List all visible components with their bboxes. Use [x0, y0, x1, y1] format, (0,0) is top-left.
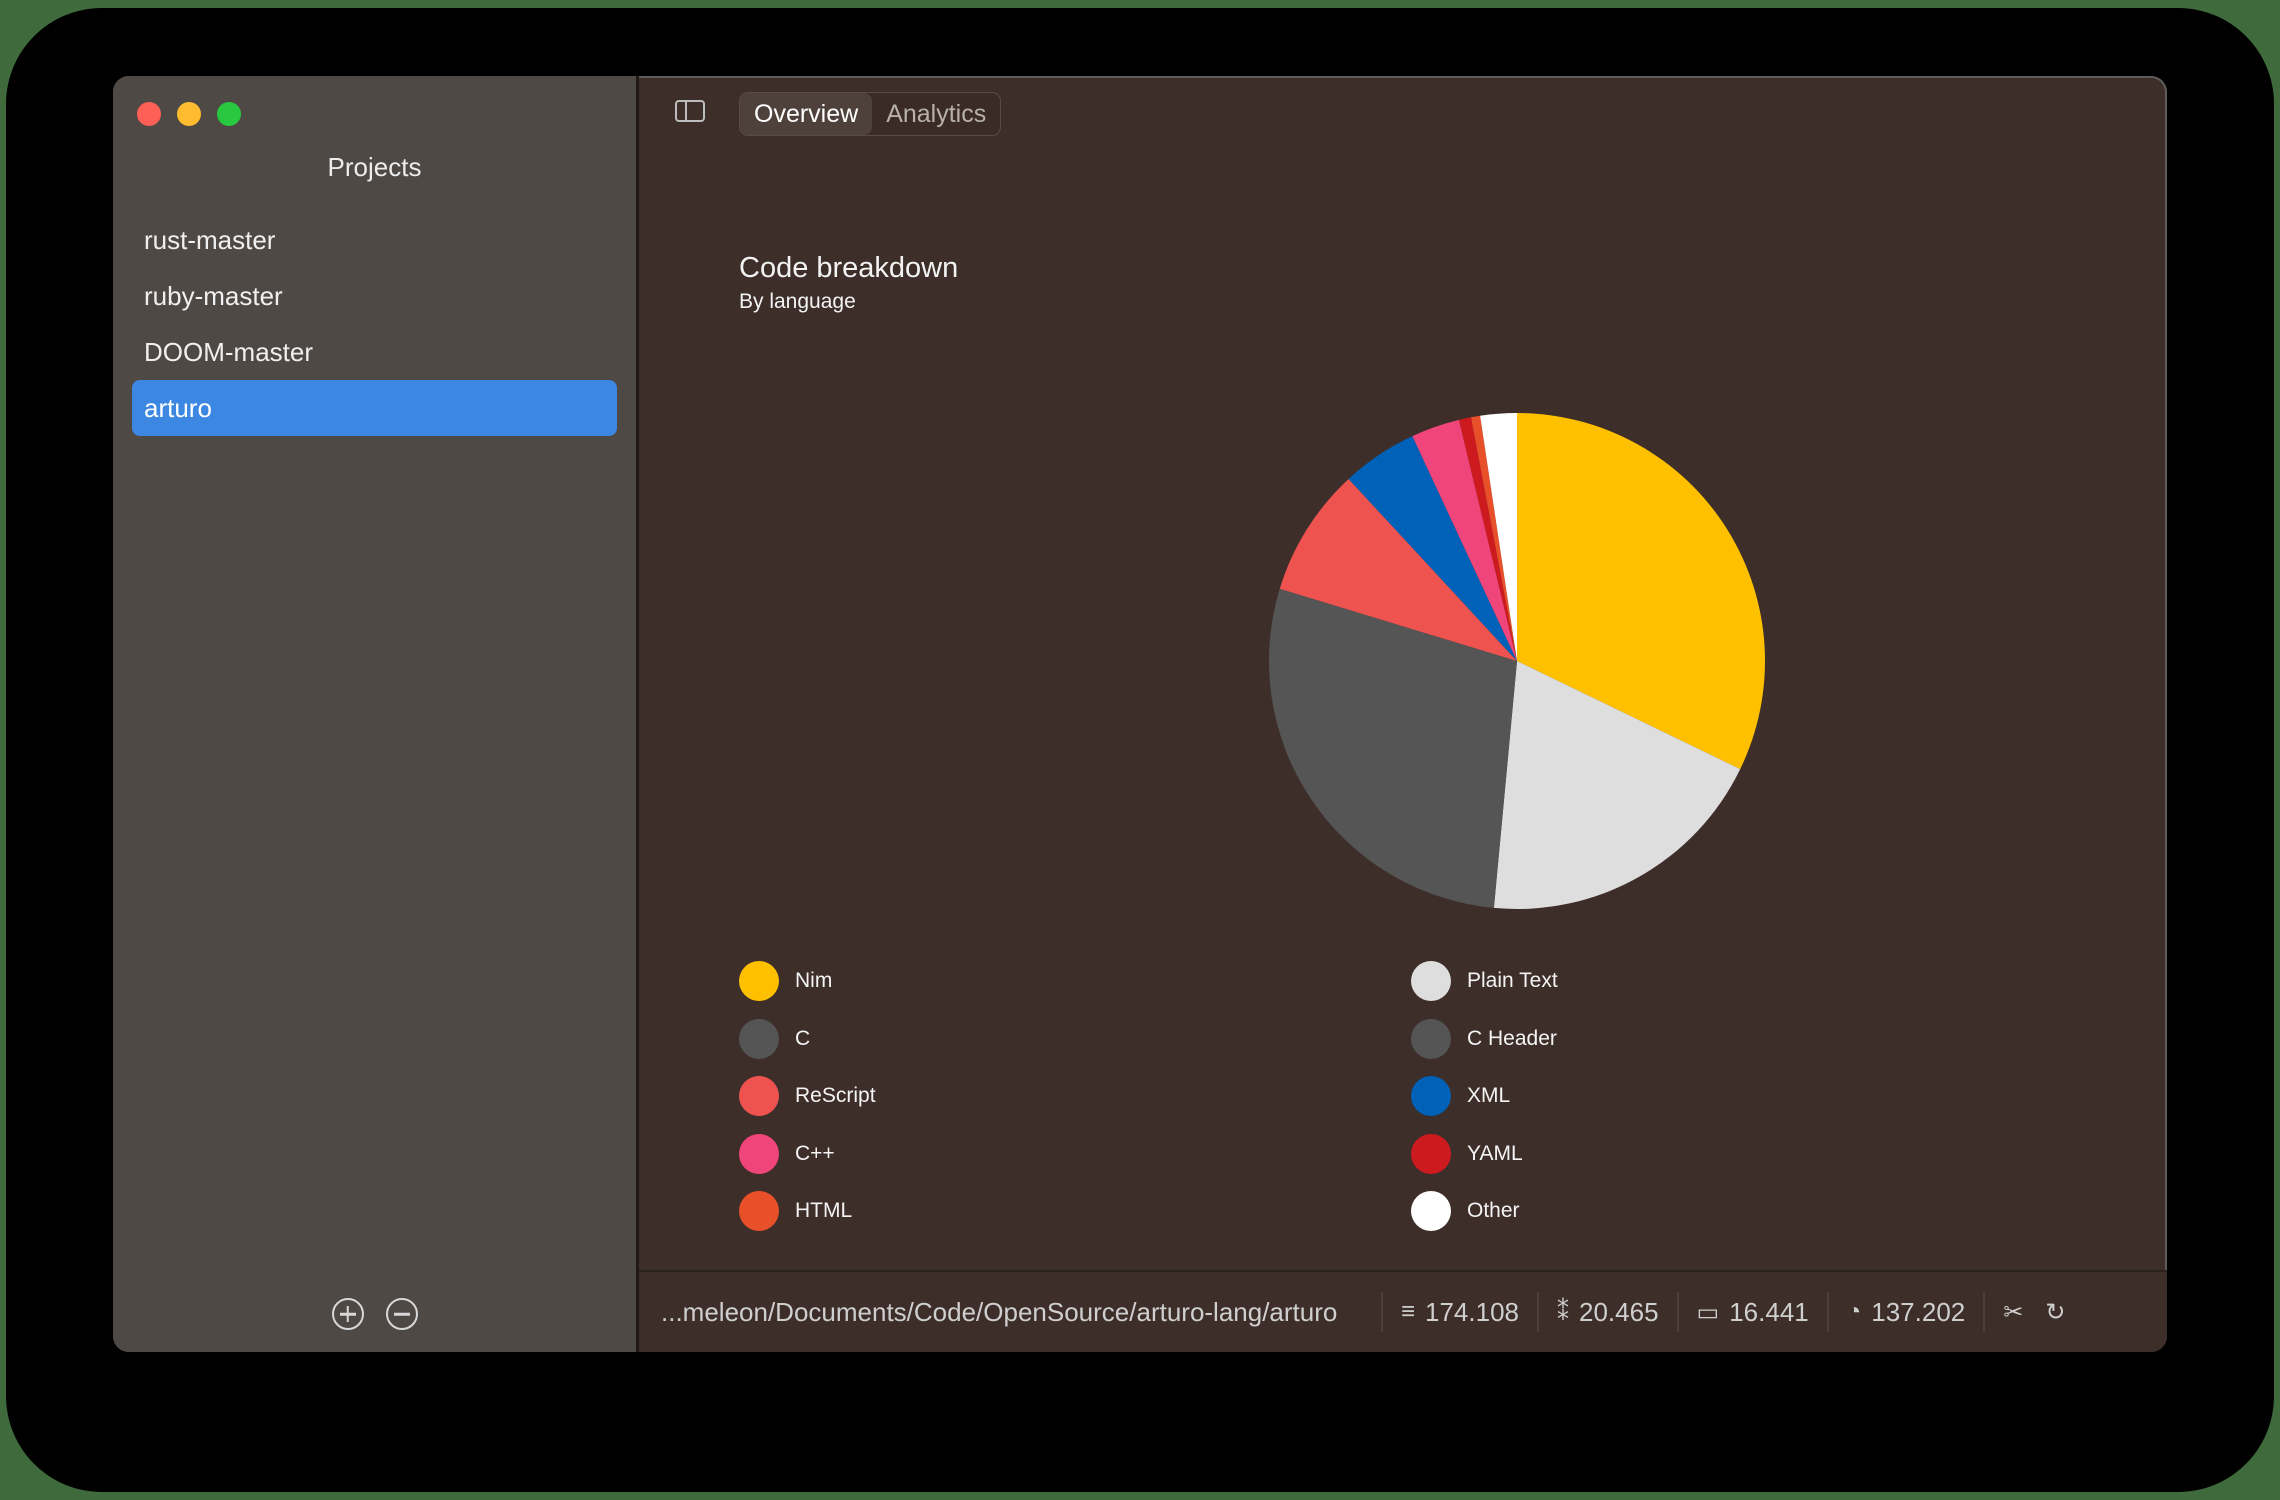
code-stat: ◔ 137.202 — [1826, 1292, 1983, 1332]
legend-swatch — [739, 961, 779, 1001]
close-window-button[interactable] — [137, 102, 161, 126]
legend-label: C — [795, 1026, 811, 1050]
legend-label: ReScript — [795, 1084, 876, 1107]
app-window: Projects rust-master ruby-master DOOM-ma… — [113, 76, 2167, 1352]
legend-swatch — [1411, 961, 1451, 1001]
project-list: rust-master ruby-master DOOM-master artu… — [132, 212, 617, 436]
legend-swatch — [1411, 1076, 1451, 1116]
refresh-icon[interactable]: ↻ — [2045, 1298, 2065, 1327]
project-item[interactable]: DOOM-master — [132, 324, 617, 380]
legend-swatch — [739, 1191, 779, 1231]
legend-label: C++ — [795, 1141, 835, 1165]
legend-swatch — [739, 1076, 779, 1116]
blank-lines-icon: ⁑ — [1557, 1298, 1569, 1326]
legend-item: Plain Text — [1411, 961, 1558, 1001]
lines-icon: ≡ — [1401, 1298, 1416, 1325]
toolbar-actions: ✂ ↻ — [1983, 1292, 2065, 1332]
pie-chart — [1269, 413, 1765, 909]
legend-label: YAML — [1467, 1141, 1523, 1165]
zoom-window-button[interactable] — [217, 102, 241, 126]
lines-count: 174.108 — [1425, 1296, 1519, 1327]
legend-label: HTML — [795, 1199, 853, 1222]
lines-stat: ≡ 174.108 — [1381, 1292, 1537, 1332]
gauge-icon: ◔ — [1846, 1298, 1862, 1325]
legend-swatch — [739, 1018, 779, 1059]
tools-icon[interactable]: ✂ — [2003, 1298, 2023, 1327]
minimize-window-button[interactable] — [177, 102, 201, 126]
blanks-count: 20.465 — [1579, 1296, 1659, 1327]
legend-swatch — [1411, 1191, 1451, 1231]
legend-swatch — [1411, 1018, 1451, 1059]
add-project-button[interactable] — [331, 1298, 364, 1330]
legend-item: C Header — [1411, 1018, 1558, 1059]
legend-item: ReScript — [739, 1076, 876, 1116]
legend-right: Plain Text C Header XML YAML Other — [1411, 961, 1558, 1249]
legend-item: Other — [1411, 1191, 1558, 1231]
comments-stat: ▭ 16.441 — [1676, 1292, 1827, 1332]
blanks-stat: ⁑ 20.465 — [1537, 1292, 1677, 1332]
legend-item: XML — [1411, 1076, 1558, 1116]
sidebar-title: Projects — [327, 152, 422, 182]
legend-label: Other — [1467, 1199, 1520, 1222]
legend-item: C — [739, 1018, 876, 1059]
window-controls — [137, 102, 241, 126]
legend-label: XML — [1467, 1084, 1511, 1107]
remove-project-button[interactable] — [385, 1298, 418, 1330]
legend-label: Plain Text — [1467, 969, 1558, 992]
legend-item: YAML — [1411, 1133, 1558, 1174]
project-item[interactable]: rust-master — [132, 212, 617, 268]
main-content: Overview Analytics Code breakdown By lan… — [639, 76, 2167, 1352]
project-item[interactable]: ruby-master — [132, 268, 617, 324]
comment-icon: ▭ — [1696, 1298, 1720, 1326]
legend-left: Nim C ReScript C++ HTML — [739, 961, 876, 1249]
comments-count: 16.441 — [1729, 1296, 1809, 1327]
legend-swatch — [1411, 1133, 1451, 1174]
legend-label: Nim — [795, 969, 833, 992]
status-bar: ...meleon/Documents/Code/OpenSource/artu… — [639, 1270, 2167, 1352]
project-path: ...meleon/Documents/Code/OpenSource/artu… — [661, 1296, 1338, 1327]
project-item-selected[interactable]: arturo — [132, 380, 617, 436]
legend-item: HTML — [739, 1191, 876, 1231]
legend-item: Nim — [739, 961, 876, 1001]
sidebar: Projects rust-master ruby-master DOOM-ma… — [113, 76, 639, 1352]
legend-swatch — [739, 1133, 779, 1174]
legend-item: C++ — [739, 1133, 876, 1174]
sidebar-actions — [113, 1298, 636, 1330]
code-count: 137.202 — [1871, 1296, 1966, 1327]
legend-label: C Header — [1467, 1026, 1557, 1050]
